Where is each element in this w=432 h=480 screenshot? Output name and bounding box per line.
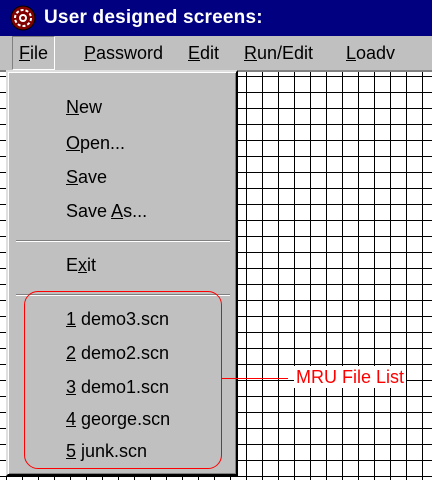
menu-item-save-as[interactable]: Save As... [66,200,147,222]
menu-item-rest: it [87,255,97,275]
menu-bar: File Password Edit Run/Edit Loadv [0,36,432,70]
menu-item-rest: pen... [80,133,126,153]
mru-highlight-outline [24,291,222,469]
menu-item-prefix: E [66,255,79,275]
annotation-callout-line [222,378,288,379]
menu-item-prefix: Save [66,201,112,221]
menu-password[interactable]: Password [84,36,163,70]
menu-item-accel: N [66,97,79,117]
menu-label-rest: un/Edit [257,43,314,63]
menu-item-rest: ave [78,167,108,187]
menu-item-accel: x [78,255,88,275]
menu-file[interactable]: File [12,36,56,70]
application-window: User designed screens: File Password Edi… [0,0,432,480]
menu-item-rest: ew [79,97,103,117]
menu-item-accel: O [66,133,81,153]
title-bar[interactable]: User designed screens: [0,0,432,36]
menu-item-accel: S [66,167,79,187]
menu-loadv[interactable]: Loadv [346,36,395,70]
menu-separator [16,240,230,242]
menu-label-rest: assword [96,43,164,63]
menu-label-rest: ile [30,43,49,63]
menu-accel: R [244,43,257,63]
menu-item-exit[interactable]: Exit [66,254,96,276]
menu-label-rest: dit [200,43,220,63]
menu-accel: L [346,43,357,63]
menu-item-open[interactable]: Open... [66,132,125,154]
menu-run-edit[interactable]: Run/Edit [244,36,313,70]
menu-edit[interactable]: Edit [188,36,219,70]
menu-label-rest: oadv [356,43,396,63]
menu-accel: E [188,43,201,63]
annotation-label: MRU File List [294,366,407,388]
menu-accel: P [84,43,97,63]
menu-item-save[interactable]: Save [66,166,107,188]
app-gear-icon[interactable] [10,5,36,31]
menu-item-accel: A [111,201,124,221]
menu-accel: F [19,43,30,63]
menu-item-new[interactable]: New [66,96,102,118]
window-title: User designed screens: [44,7,263,28]
menu-item-rest: s... [123,201,148,221]
